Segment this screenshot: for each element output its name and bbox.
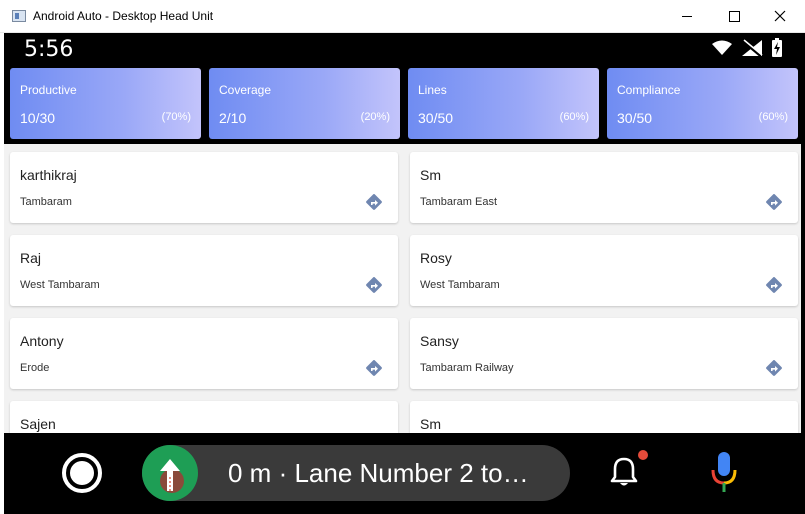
stat-value: 30/50 bbox=[617, 110, 653, 126]
close-button[interactable] bbox=[757, 0, 803, 32]
window-title: Android Auto - Desktop Head Unit bbox=[33, 9, 214, 23]
stat-label: Lines bbox=[418, 83, 447, 97]
home-icon[interactable] bbox=[60, 451, 104, 495]
contact-name: Sm bbox=[420, 167, 441, 183]
notification-bell-icon[interactable] bbox=[607, 455, 641, 489]
stat-label: Productive bbox=[20, 83, 77, 97]
window-titlebar: Android Auto - Desktop Head Unit bbox=[0, 0, 805, 33]
stat-card-compliance[interactable]: Compliance 30/50 (60%) bbox=[607, 68, 798, 139]
directions-icon[interactable] bbox=[764, 275, 784, 295]
microphone-icon[interactable] bbox=[710, 450, 738, 496]
list-item[interactable]: Sajen bbox=[10, 401, 398, 433]
directions-icon[interactable] bbox=[364, 358, 384, 378]
turn-straight-icon bbox=[160, 459, 184, 493]
list-item[interactable]: karthikraj Tambaram bbox=[10, 152, 398, 223]
contact-name: Sm bbox=[420, 416, 441, 432]
app-icon bbox=[12, 10, 26, 22]
bottom-bar: 0 m · Lane Number 2 to… bbox=[4, 433, 805, 514]
directions-icon[interactable] bbox=[364, 192, 384, 212]
status-time: 5:56 bbox=[24, 37, 74, 62]
head-unit-screen: 5:56 Productive 10/30 (70%) Coverage 2/1… bbox=[4, 33, 805, 514]
contact-list[interactable]: karthikraj Tambaram Sm Tambaram East Raj… bbox=[4, 144, 801, 433]
stat-card-coverage[interactable]: Coverage 2/10 (20%) bbox=[209, 68, 400, 139]
contact-name: Sajen bbox=[20, 416, 56, 432]
directions-icon[interactable] bbox=[764, 358, 784, 378]
contact-place: Tambaram bbox=[20, 196, 72, 208]
contact-name: Antony bbox=[20, 333, 64, 349]
stat-value: 30/50 bbox=[418, 110, 454, 126]
stat-percent: (20%) bbox=[360, 111, 390, 123]
directions-icon[interactable] bbox=[764, 192, 784, 212]
stat-percent: (60%) bbox=[758, 111, 788, 123]
list-item[interactable]: Antony Erode bbox=[10, 318, 398, 389]
stat-label: Compliance bbox=[617, 83, 681, 97]
contact-place: Erode bbox=[20, 362, 50, 374]
notification-badge bbox=[638, 450, 648, 460]
maximize-icon bbox=[728, 10, 740, 22]
battery-icon bbox=[772, 38, 782, 57]
list-item[interactable]: Raj West Tambaram bbox=[10, 235, 398, 306]
navigation-card[interactable]: 0 m · Lane Number 2 to… bbox=[142, 445, 570, 501]
directions-icon[interactable] bbox=[364, 275, 384, 295]
stat-percent: (70%) bbox=[161, 111, 191, 123]
turn-indicator bbox=[142, 445, 198, 501]
stat-label: Coverage bbox=[219, 83, 272, 97]
stat-value: 10/30 bbox=[20, 110, 56, 126]
maximize-button[interactable] bbox=[711, 0, 757, 32]
contact-name: karthikraj bbox=[20, 167, 77, 183]
list-item[interactable]: Rosy West Tambaram bbox=[410, 235, 798, 306]
contact-place: Tambaram East bbox=[420, 196, 498, 208]
contact-place: Tambaram Railway bbox=[420, 362, 514, 374]
stat-card-lines[interactable]: Lines 30/50 (60%) bbox=[408, 68, 599, 139]
list-item[interactable]: Sansy Tambaram Railway bbox=[410, 318, 798, 389]
minimize-icon bbox=[682, 15, 692, 17]
contact-name: Rosy bbox=[420, 250, 452, 266]
contact-place: West Tambaram bbox=[20, 279, 100, 291]
contact-name: Raj bbox=[20, 250, 42, 266]
stat-percent: (60%) bbox=[559, 111, 589, 123]
stat-value: 2/10 bbox=[219, 110, 247, 126]
stat-card-productive[interactable]: Productive 10/30 (70%) bbox=[10, 68, 201, 139]
wifi-icon bbox=[712, 40, 732, 55]
list-item[interactable]: Sm bbox=[410, 401, 798, 433]
navigation-instruction: 0 m · Lane Number 2 to… bbox=[228, 458, 529, 488]
close-icon bbox=[774, 10, 786, 22]
list-item[interactable]: Sm Tambaram East bbox=[410, 152, 798, 223]
contact-name: Sansy bbox=[420, 333, 459, 349]
no-signal-icon bbox=[742, 39, 763, 57]
status-icons bbox=[711, 38, 783, 58]
minimize-button[interactable] bbox=[664, 0, 710, 32]
contact-place: West Tambaram bbox=[420, 279, 500, 291]
